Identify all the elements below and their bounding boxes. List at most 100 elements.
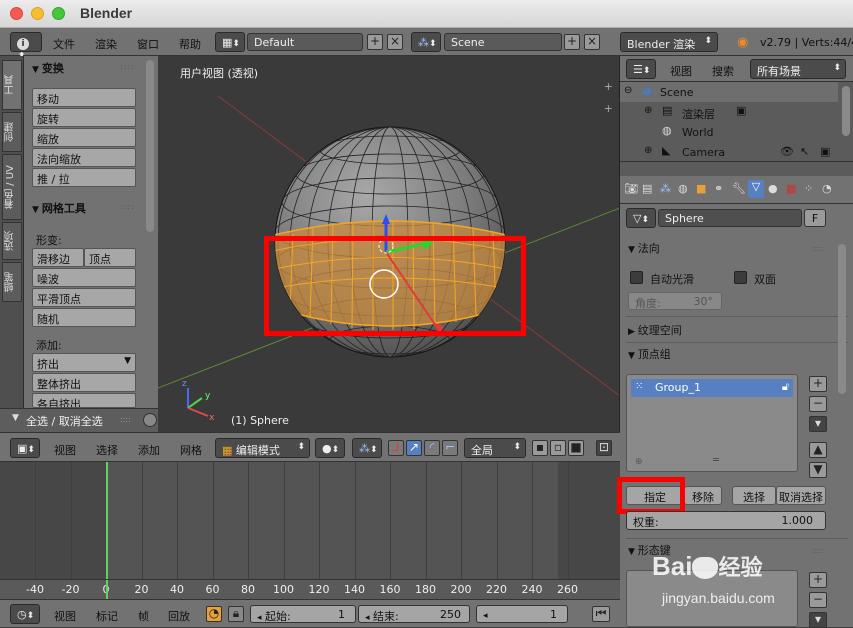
object-tab-icon[interactable]: ■	[696, 182, 706, 195]
physics-tab-icon[interactable]: ◔	[822, 182, 832, 195]
rotate-manipulator-icon[interactable]: ◜	[424, 440, 440, 456]
add-menu[interactable]: 添加	[138, 442, 160, 458]
noise-button[interactable]: 噪波	[32, 268, 136, 287]
smooth-vertex-button[interactable]: 平滑顶点	[32, 288, 136, 307]
scale-manipulator-icon[interactable]: ⌐	[442, 440, 458, 456]
move-button[interactable]: 移动	[32, 88, 136, 107]
tab-tools[interactable]: 工具	[2, 60, 22, 110]
outliner-view-menu[interactable]: 视图	[670, 63, 692, 79]
decrement-icon[interactable]: ◂	[483, 611, 488, 621]
extrude-button[interactable]: 挤出 ▼	[32, 353, 136, 372]
deselect-group-button[interactable]: 取消选择	[776, 486, 826, 505]
drag-handle-icon[interactable]: ::::	[812, 546, 823, 555]
menu-file[interactable]: 文件	[53, 36, 75, 52]
vertex-group-item[interactable]: ⁙ Group_1 🔓︎	[631, 379, 793, 397]
delete-layout-button[interactable]: ×	[387, 34, 403, 50]
mesh-data-tab-icon[interactable]: ▽	[748, 180, 764, 198]
texture-space-panel-header[interactable]: ▶ 纹理空间	[628, 322, 682, 338]
select-all-panel-header[interactable]: ▼ 全选 / 取消全选 ::::	[0, 408, 158, 432]
pivot-dropdown[interactable]: ⁂⬍	[352, 438, 382, 458]
expand-icon[interactable]: ⊕	[644, 105, 652, 116]
select-group-button[interactable]: 选择	[732, 486, 776, 505]
decrement-icon[interactable]: ◂	[257, 613, 262, 623]
filter-options-icon[interactable]: ⊕	[635, 457, 643, 467]
eye-icon[interactable]: 👁︎	[780, 145, 794, 158]
scene-tab-icon[interactable]: ⁂	[660, 182, 671, 195]
tab-grease-pencil[interactable]: 蜡笔	[2, 262, 22, 302]
extrude-individual-button[interactable]: 各自挤出	[32, 393, 136, 408]
particles-tab-icon[interactable]: ⁘	[804, 182, 813, 195]
mesh-menu[interactable]: 网格	[180, 442, 202, 458]
lock-range-icon[interactable]: 🔒︎	[228, 606, 244, 622]
menu-help[interactable]: 帮助	[179, 36, 201, 52]
outliner-row-world[interactable]: ◍ World	[620, 122, 838, 142]
render-camera-icon[interactable]: ▣	[820, 145, 830, 158]
outliner-row-camera[interactable]: ⊕ ◣ Camera 👁︎ ↖ ▣	[620, 142, 838, 162]
timeline-playback-menu[interactable]: 回放	[168, 608, 190, 624]
tab-create[interactable]: 创建	[2, 112, 22, 152]
render-tab-icon[interactable]: 📷︎	[624, 182, 638, 195]
fake-user-button[interactable]: F	[804, 209, 826, 227]
start-frame-field[interactable]: ◂ 起始: 1	[250, 605, 356, 623]
mesh-tools-panel-header[interactable]: ▼ 网格工具	[32, 200, 86, 216]
auto-smooth-checkbox[interactable]	[630, 271, 643, 284]
outliner-search-menu[interactable]: 搜索	[712, 63, 734, 79]
vertex-select-icon[interactable]: ▪	[532, 440, 548, 456]
texture-tab-icon[interactable]: ▩	[786, 182, 796, 195]
preview-range-icon[interactable]: ◔	[206, 606, 222, 622]
edge-select-icon[interactable]: ▫	[550, 440, 566, 456]
timeline-marker-menu[interactable]: 标记	[96, 608, 118, 624]
vertex-groups-panel-header[interactable]: ▼ 顶点组	[628, 346, 671, 362]
normals-panel-header[interactable]: ▼ 法向	[628, 240, 660, 256]
close-window-button[interactable]	[10, 7, 23, 20]
menu-window[interactable]: 窗口	[137, 36, 159, 52]
manipulator-toggle-icon[interactable]: ⅃	[388, 440, 404, 456]
render-engine-dropdown[interactable]: Blender 渲染 ⬍	[620, 32, 718, 52]
outliner-editor-type-button[interactable]: ☰⬍	[626, 59, 656, 79]
mode-dropdown[interactable]: ▦ 编辑模式 ⬍	[215, 438, 310, 458]
shading-dropdown[interactable]: ●⬍	[315, 438, 345, 458]
drag-handle-icon[interactable]: ::::	[812, 244, 823, 253]
minimize-window-button[interactable]	[31, 7, 44, 20]
translate-manipulator-icon[interactable]: ↗	[406, 440, 422, 456]
drag-handle-icon[interactable]: ::::	[120, 62, 135, 71]
end-frame-field[interactable]: ◂ 结束: 250	[358, 605, 470, 623]
remove-from-group-button[interactable]: 移除	[684, 486, 722, 505]
lock-icon[interactable]: 🔓︎	[782, 380, 789, 394]
properties-scrollbar[interactable]	[838, 244, 846, 394]
timeline-ruler[interactable]: -40-200204060801001201401601802002202402…	[0, 579, 620, 600]
scale-button[interactable]: 缩放	[32, 128, 136, 147]
occlude-geometry-icon[interactable]: ⊡	[596, 440, 612, 456]
remove-vertex-group-button[interactable]: −	[809, 396, 827, 412]
shape-key-specials-button[interactable]: ▾	[809, 612, 827, 628]
vertex-group-specials-button[interactable]: ▾	[809, 416, 827, 432]
timeline-area[interactable]	[0, 462, 620, 579]
expand-icon[interactable]: ⊕	[644, 145, 652, 156]
layout-browse-button[interactable]: ▦⬍	[215, 32, 245, 52]
current-frame-field[interactable]: ◂ 1	[476, 605, 568, 623]
3d-viewport[interactable]: 用户视图 (透视) + + z y x (1) Sphere	[158, 56, 620, 432]
move-up-button[interactable]: ▲	[809, 442, 827, 458]
maximize-window-button[interactable]	[52, 7, 65, 20]
vertex-group-list[interactable]: ⁙ Group_1 🔓︎ ⊕ ═	[626, 374, 798, 472]
collapse-icon[interactable]: ⊖	[624, 85, 632, 96]
add-shape-key-button[interactable]: +	[809, 572, 827, 588]
transform-panel-header[interactable]: ▼ 变换	[32, 60, 64, 76]
material-tab-icon[interactable]: ●	[768, 182, 778, 195]
rotate-button[interactable]: 旋转	[32, 108, 136, 127]
face-select-icon[interactable]: ■	[568, 440, 584, 456]
orientation-dropdown[interactable]: 全局 ⬍	[464, 438, 526, 458]
drag-handle-icon[interactable]: ::::	[120, 415, 131, 424]
timeline-view-menu[interactable]: 视图	[54, 608, 76, 624]
decrement-icon[interactable]: ◂	[365, 613, 370, 623]
drag-handle-icon[interactable]: ::::	[120, 202, 135, 211]
double-sided-checkbox[interactable]	[734, 271, 747, 284]
edge-slide-button[interactable]: 滑移边	[32, 248, 84, 267]
outliner-scrollbar[interactable]	[842, 86, 850, 136]
scene-name-field[interactable]: Scene	[444, 33, 562, 51]
constraints-tab-icon[interactable]: ⚭	[714, 182, 723, 195]
mesh-browse-button[interactable]: ▽⬍	[626, 208, 656, 228]
current-frame-marker[interactable]	[106, 580, 108, 600]
view-menu[interactable]: 视图	[54, 442, 76, 458]
add-vertex-group-button[interactable]: +	[809, 376, 827, 392]
